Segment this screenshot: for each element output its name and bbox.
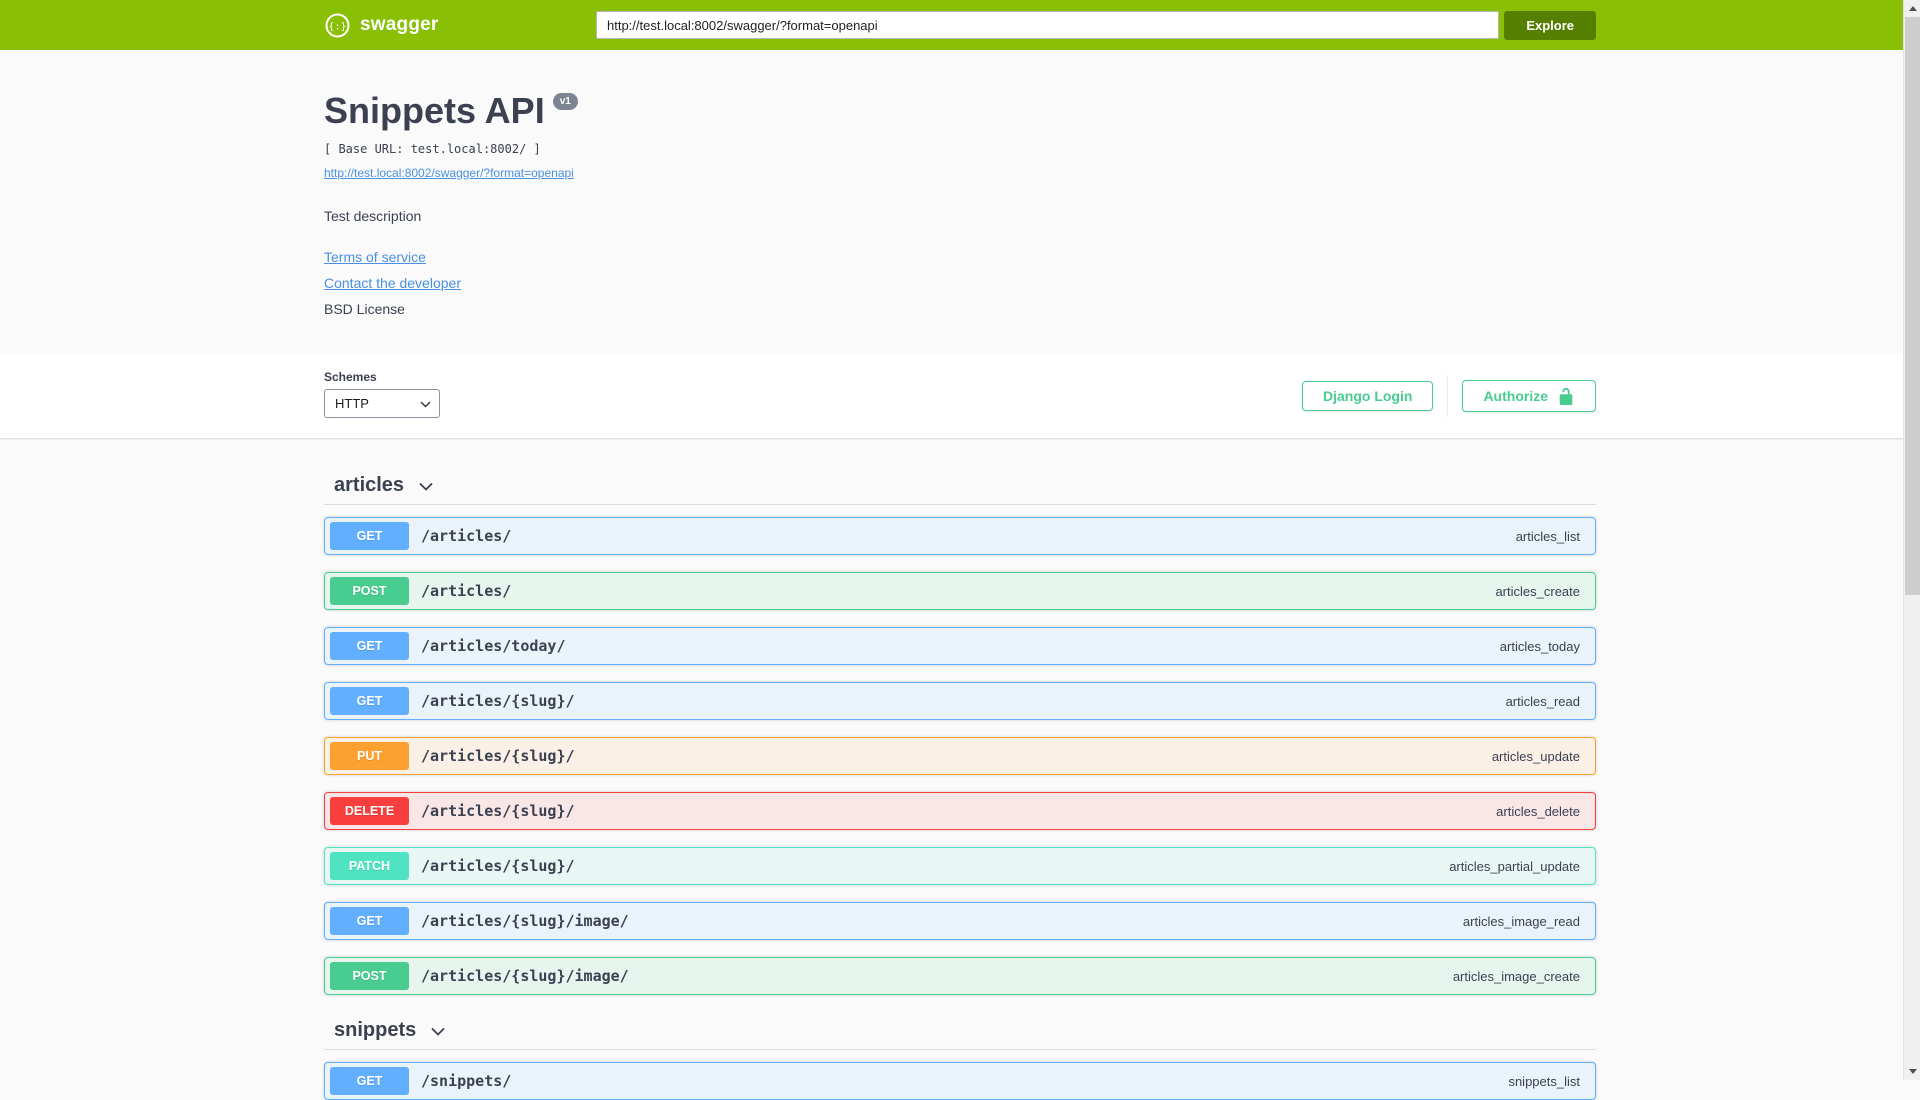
explore-button[interactable]: Explore [1504, 10, 1596, 40]
method-badge: POST [330, 577, 409, 605]
operation-path: /articles/{slug}/image/ [421, 967, 629, 985]
scrollbar-thumb[interactable] [1905, 17, 1920, 595]
operation-id: articles_today [1499, 638, 1580, 654]
operation-id: articles_read [1505, 693, 1580, 709]
operation-id: articles_list [1515, 528, 1580, 544]
operation-path: /articles/{slug}/image/ [421, 912, 629, 930]
operation-row[interactable]: GET /snippets/ snippets_list [324, 1062, 1596, 1100]
schemes-block: Schemes HTTP [324, 370, 440, 418]
method-badge: PUT [330, 742, 409, 770]
operations-root: articles GET /articles/ articles_list PO… [324, 438, 1596, 1100]
django-login-button[interactable]: Django Login [1302, 381, 1434, 411]
authorize-button[interactable]: Authorize [1462, 380, 1596, 412]
method-badge: GET [330, 632, 409, 660]
operation-path: /articles/{slug}/ [421, 857, 575, 875]
operation-row[interactable]: GET /articles/{slug}/image/ articles_ima… [324, 902, 1596, 940]
operations-list: GET /snippets/ snippets_list [324, 1062, 1596, 1100]
operation-id: articles_delete [1496, 803, 1580, 819]
operation-path: /articles/{slug}/ [421, 802, 575, 820]
swagger-logo-icon: {:} [324, 12, 351, 39]
operation-path: /articles/ [421, 582, 512, 600]
version-badge: v1 [552, 93, 578, 110]
scrollbar-up-arrow[interactable] [1904, 0, 1920, 17]
operation-path: /articles/today/ [421, 637, 566, 655]
method-badge: GET [330, 687, 409, 715]
swagger-logo-link[interactable]: {:} swagger [324, 12, 596, 39]
scheme-select[interactable]: HTTP [324, 389, 440, 418]
authorize-label: Authorize [1483, 388, 1548, 404]
contact-developer-link[interactable]: Contact the developer [324, 275, 1596, 292]
operation-row[interactable]: DELETE /articles/{slug}/ articles_delete [324, 792, 1596, 830]
base-url: [ Base URL: test.local:8002/ ] [324, 142, 541, 156]
scheme-container: Schemes HTTP Django Login Authorize [0, 354, 1920, 438]
spec-link[interactable]: http://test.local:8002/swagger/?format=o… [324, 166, 574, 180]
operation-row[interactable]: PATCH /articles/{slug}/ articles_partial… [324, 847, 1596, 885]
scrollbar[interactable] [1903, 0, 1920, 1080]
operation-path: /articles/{slug}/ [421, 747, 575, 765]
unlock-icon [1557, 387, 1575, 405]
operation-id: articles_create [1495, 583, 1580, 599]
tag-header[interactable]: articles [324, 474, 1596, 505]
operations-list: GET /articles/ articles_list POST /artic… [324, 517, 1596, 995]
operation-row[interactable]: POST /articles/{slug}/image/ articles_im… [324, 957, 1596, 995]
django-login-label: Django Login [1323, 388, 1413, 404]
operation-path: /articles/ [421, 527, 512, 545]
license-text: BSD License [324, 301, 405, 317]
operation-row[interactable]: GET /articles/today/ articles_today [324, 627, 1596, 665]
operation-id: articles_image_read [1462, 913, 1580, 929]
method-badge: DELETE [330, 797, 409, 825]
chevron-down-icon [416, 477, 436, 497]
scrollbar-down-arrow[interactable] [1904, 1063, 1920, 1080]
swagger-logo-text: swagger [360, 14, 439, 35]
operation-row[interactable]: GET /articles/ articles_list [324, 517, 1596, 555]
operation-row[interactable]: POST /articles/ articles_create [324, 572, 1596, 610]
operation-id: articles_update [1491, 748, 1580, 764]
chevron-down-icon [428, 1022, 448, 1042]
method-badge: GET [330, 907, 409, 935]
spec-url-form: Explore [596, 10, 1596, 40]
svg-text:{:}: {:} [328, 21, 346, 32]
topbar: {:} swagger Explore [0, 0, 1920, 50]
operation-id: snippets_list [1508, 1073, 1580, 1089]
schemes-label: Schemes [324, 370, 377, 384]
method-badge: PATCH [330, 852, 409, 880]
api-title: Snippets API [324, 90, 545, 131]
auth-wrapper: Django Login Authorize [1302, 375, 1596, 417]
operation-path: /articles/{slug}/ [421, 692, 575, 710]
method-badge: POST [330, 962, 409, 990]
operation-path: /snippets/ [421, 1072, 512, 1090]
api-description: Test description [324, 208, 422, 224]
spec-url-input[interactable] [596, 11, 1500, 39]
auth-divider [1447, 375, 1449, 417]
page-title: Snippets API v1 [324, 90, 1596, 132]
operation-id: articles_image_create [1452, 968, 1580, 984]
method-badge: GET [330, 522, 409, 550]
operation-id: articles_partial_update [1449, 858, 1580, 874]
operation-row[interactable]: GET /articles/{slug}/ articles_read [324, 682, 1596, 720]
terms-of-service-link[interactable]: Terms of service [324, 249, 1596, 266]
tag-label: articles [334, 474, 405, 496]
operation-row[interactable]: PUT /articles/{slug}/ articles_update [324, 737, 1596, 775]
tag-header[interactable]: snippets [324, 1019, 1596, 1050]
tag-label: snippets [334, 1019, 417, 1041]
information-container: Snippets API v1 [ Base URL: test.local:80… [324, 50, 1596, 354]
tag-section: articles GET /articles/ articles_list PO… [324, 474, 1596, 995]
method-badge: GET [330, 1067, 409, 1095]
tag-section: snippets GET /snippets/ snippets_list [324, 1019, 1596, 1100]
